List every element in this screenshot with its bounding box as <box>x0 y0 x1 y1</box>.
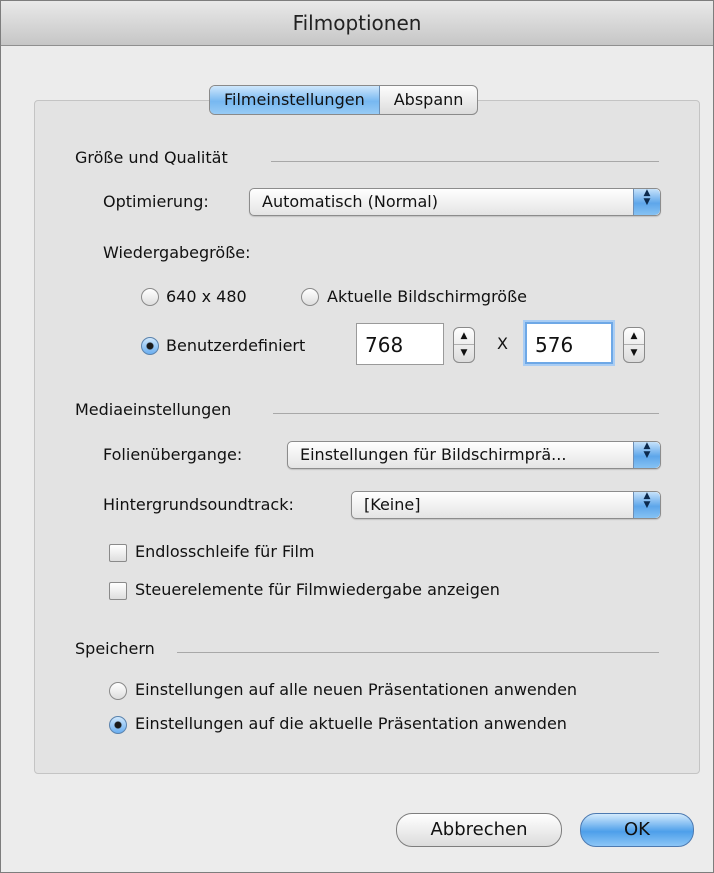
stepper-up-icon[interactable]: ▲ <box>454 328 474 345</box>
show-controls-checkbox-label: Steuerelemente für Filmwiedergabe anzeig… <box>135 580 500 599</box>
popup-arrows-icon: ▲ ▼ <box>633 492 660 518</box>
soundtrack-popup[interactable]: [Keine] ▲ ▼ <box>351 491 661 519</box>
soundtrack-label: Hintergrundsoundtrack: <box>103 495 294 514</box>
popup-arrows-icon: ▲ ▼ <box>633 442 660 468</box>
stepper-down-icon[interactable]: ▼ <box>624 345 644 362</box>
optimization-label: Optimierung: <box>103 192 209 211</box>
width-field[interactable]: 768 <box>356 323 444 365</box>
tab-film-settings[interactable]: Filmeinstellungen <box>210 86 380 114</box>
show-controls-checkbox[interactable] <box>109 582 127 600</box>
loop-checkbox[interactable] <box>109 544 127 562</box>
section-title-media: Mediaeinstellungen <box>75 400 232 419</box>
popup-arrows-icon: ▲ ▼ <box>633 189 660 215</box>
radio-custom-size-label: Benutzerdefiniert <box>166 336 306 355</box>
section-divider <box>273 413 659 414</box>
transitions-popup[interactable]: Einstellungen für Bildschirmprä... ▲ ▼ <box>287 441 661 469</box>
playback-size-label: Wiedergabegröße: <box>103 243 251 262</box>
tab-bar: Filmeinstellungen Abspann <box>209 85 479 115</box>
height-field[interactable]: 576 <box>525 322 613 364</box>
width-stepper[interactable]: ▲ ▼ <box>453 327 475 363</box>
tab-credits[interactable]: Abspann <box>380 86 478 114</box>
radio-apply-all-presentations-label: Einstellungen auf alle neuen Präsentatio… <box>135 680 578 699</box>
section-divider <box>177 652 659 653</box>
loop-checkbox-label: Endlosschleife für Film <box>135 542 315 561</box>
section-title-save: Speichern <box>75 639 155 658</box>
radio-640x480[interactable] <box>141 288 159 306</box>
radio-apply-all-presentations[interactable] <box>109 682 127 700</box>
soundtrack-value: [Keine] <box>364 495 421 514</box>
radio-640x480-label: 640 x 480 <box>166 287 247 306</box>
section-title-size-quality: Größe und Qualität <box>75 148 228 167</box>
radio-apply-current-presentation-label: Einstellungen auf die aktuelle Präsentat… <box>135 714 567 733</box>
ok-button[interactable]: OK <box>580 813 694 847</box>
height-stepper[interactable]: ▲ ▼ <box>623 327 645 363</box>
stepper-down-icon[interactable]: ▼ <box>454 345 474 362</box>
transitions-label: Folienübergange: <box>103 445 243 464</box>
transitions-value: Einstellungen für Bildschirmprä... <box>300 445 567 464</box>
stepper-up-icon[interactable]: ▲ <box>624 328 644 345</box>
cancel-button[interactable]: Abbrechen <box>396 813 562 847</box>
section-divider <box>271 161 659 162</box>
size-separator-x: X <box>497 334 508 353</box>
optimization-popup[interactable]: Automatisch (Normal) ▲ ▼ <box>249 188 661 216</box>
radio-current-screen-size[interactable] <box>301 288 319 306</box>
optimization-value: Automatisch (Normal) <box>262 192 438 211</box>
radio-apply-current-presentation[interactable] <box>109 716 127 734</box>
window-title: Filmoptionen <box>1 1 713 46</box>
radio-current-screen-size-label: Aktuelle Bildschirmgröße <box>327 287 528 306</box>
film-options-window: Filmoptionen Filmeinstellungen Abspann G… <box>0 0 714 873</box>
radio-custom-size[interactable] <box>141 337 159 355</box>
